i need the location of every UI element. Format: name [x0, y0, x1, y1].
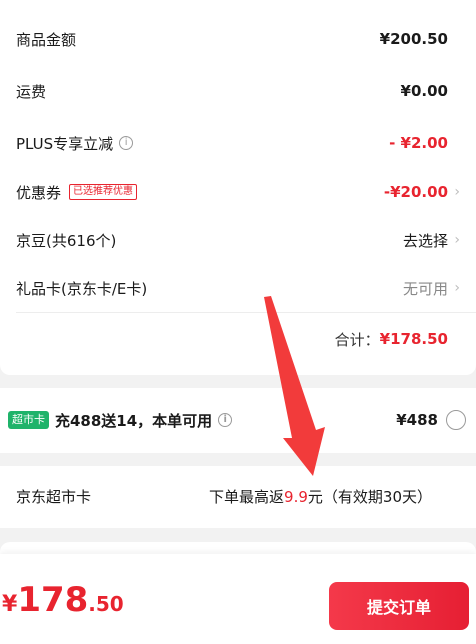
product-amount-value: ¥200.50 [379, 30, 448, 48]
jdbean-value: 去选择 [402, 231, 448, 250]
radio-icon[interactable] [446, 410, 466, 430]
cashback-suffix: 元（有效期30天） [307, 487, 432, 506]
total-row: 合计： ¥178.50 [16, 323, 448, 355]
info-icon[interactable]: i [218, 413, 233, 427]
giftcard-label: 礼品卡(京东卡/E卡) [16, 279, 148, 298]
chevron-right-icon: › [454, 232, 460, 248]
jdbean-label: 京豆(共616个) [16, 231, 117, 250]
shipping-value: ¥0.00 [400, 82, 448, 100]
submit-order-button[interactable]: 提交订单 [329, 582, 469, 630]
product-amount-row: 商品金额 ¥200.50 [16, 23, 448, 55]
giftcard-value: 无可用 [402, 279, 448, 298]
supermarket-card-offer[interactable]: 超市卡 充488送14，本单可用 i ¥488 [0, 388, 476, 453]
plus-discount-row: PLUS专享立减 i - ¥2.00 [16, 127, 448, 159]
shipping-row: 运费 ¥0.00 [16, 75, 448, 107]
checkout-bar: ¥ 178 .50 提交订单 [0, 554, 476, 644]
coupon-label: 优惠券 [16, 183, 62, 202]
price-decimal: .50 [88, 592, 124, 616]
price-integer: 178 [17, 580, 89, 620]
coupon-row[interactable]: 优惠券 已选推荐优惠 -¥20.00 › [16, 176, 460, 208]
coupon-tag: 已选推荐优惠 [69, 184, 138, 200]
summary-divider [16, 312, 476, 313]
chevron-right-icon: › [454, 184, 460, 200]
total-label: 合计： [334, 330, 380, 349]
order-summary-card: 商品金额 ¥200.50 运费 ¥0.00 PLUS专享立减 i - ¥2.00… [0, 0, 476, 375]
supermarket-card-offer-text: 充488送14，本单可用 [55, 411, 213, 430]
cashback-text: 下单最高返9.9元（有效期30天） [209, 486, 432, 507]
plus-discount-value: - ¥2.00 [389, 134, 448, 152]
jd-supermarket-card-label: 京东超市卡 [16, 487, 92, 506]
jdbean-row[interactable]: 京豆(共616个) 去选择 › [16, 224, 460, 256]
supermarket-card-price: ¥488 [396, 411, 438, 429]
cashback-amount: 9.9 [284, 487, 308, 506]
info-icon[interactable]: i [119, 136, 134, 150]
giftcard-row[interactable]: 礼品卡(京东卡/E卡) 无可用 › [16, 272, 460, 304]
supermarket-card-badge: 超市卡 [8, 411, 49, 429]
plus-discount-label: PLUS专享立减 [16, 134, 114, 153]
final-price: ¥ 178 .50 [2, 580, 124, 620]
cashback-prefix: 下单最高返 [209, 487, 285, 506]
price-currency: ¥ [2, 592, 18, 617]
shipping-label: 运费 [16, 82, 47, 101]
jd-supermarket-card-row: 京东超市卡 下单最高返9.9元（有效期30天） [0, 466, 476, 528]
product-amount-label: 商品金额 [16, 30, 77, 49]
chevron-right-icon: › [454, 280, 460, 296]
total-value: ¥178.50 [379, 330, 448, 348]
coupon-value: -¥20.00 [383, 183, 448, 201]
